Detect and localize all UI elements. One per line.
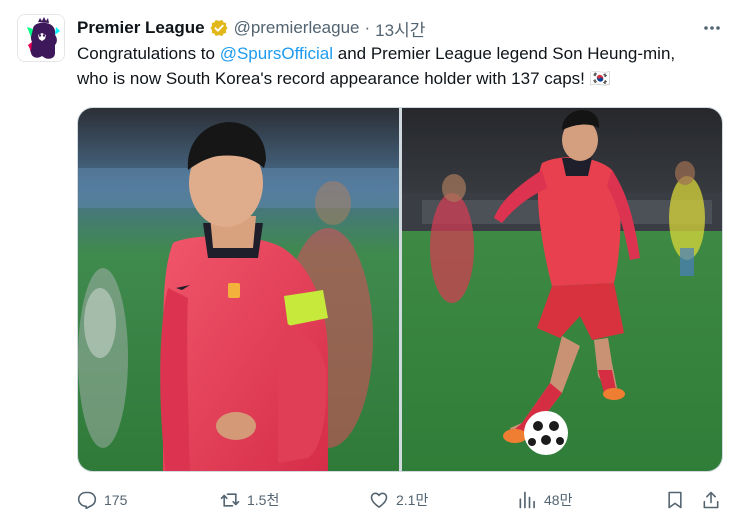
premier-league-lion-logo-icon [27,17,60,59]
views-button[interactable]: 48만 [517,486,572,514]
retweet-count: 1.5천 [247,492,280,508]
tweet-header: Premier League @premierleague · 13시간 [77,16,425,40]
tweet-text-part: Congratulations to [77,44,220,63]
verified-badge-icon[interactable] [209,18,229,38]
player-dribbling-photo-icon [402,108,722,471]
more-options-button[interactable] [700,16,724,40]
reply-icon [77,491,97,510]
more-horizontal-icon [704,26,720,30]
reply-count: 175 [104,492,128,508]
reply-button[interactable]: 175 [77,486,127,514]
retweet-icon [220,493,240,507]
media-photo-left[interactable] [78,108,399,471]
tweet-text: Congratulations to @SpursOfficial and Pr… [77,41,707,91]
views-bar-chart-icon [519,491,535,509]
south-korea-flag-emoji: 🇰🇷 [589,69,611,88]
media-photo-right[interactable] [402,108,722,471]
author-handle[interactable]: @premierleague [234,18,360,38]
author-display-name[interactable]: Premier League [77,18,205,38]
tweet-timestamp[interactable]: 13시간 [375,16,425,41]
player-portrait-photo-icon [78,108,399,471]
author-avatar[interactable] [17,14,65,62]
bookmark-button[interactable] [665,486,685,514]
share-icon [703,491,719,509]
views-count: 48만 [544,492,573,508]
bookmark-icon [668,491,682,509]
tweet-card[interactable]: Premier League @premierleague · 13시간 Con… [0,0,735,527]
header-separator: · [364,18,371,37]
retweet-button[interactable]: 1.5천 [220,486,279,514]
share-button[interactable] [701,486,721,514]
tweet-actions: 175 1.5천 2.1만 48만 [77,486,725,514]
mention-link[interactable]: @SpursOfficial [220,44,333,63]
heart-icon [370,492,388,508]
like-button[interactable]: 2.1만 [369,486,428,514]
tweet-media [77,107,723,472]
like-count: 2.1만 [396,492,429,508]
